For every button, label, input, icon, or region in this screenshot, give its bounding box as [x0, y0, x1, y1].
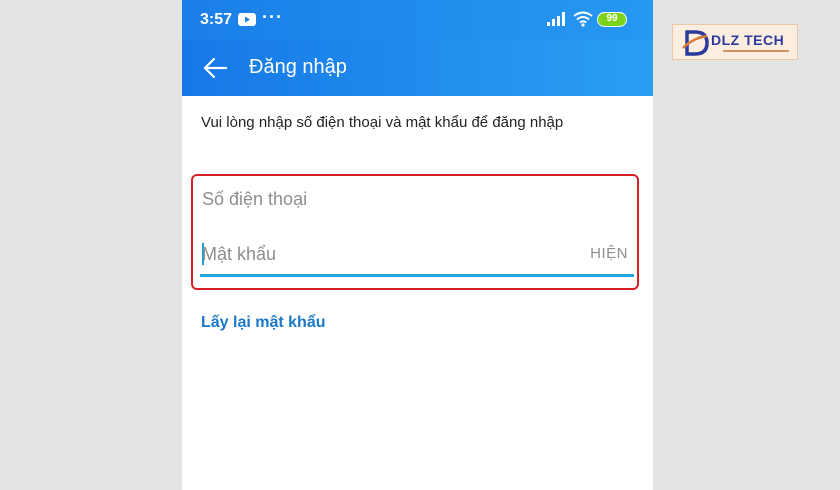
watermark-tagline [723, 50, 789, 52]
password-row: HIỆN [200, 236, 634, 278]
dlz-logo-icon [681, 28, 711, 63]
battery-level: 99 [606, 13, 618, 24]
password-underline [200, 274, 634, 277]
phone-screen: 3:57 ··· 99 Đăng nhập Vui lòng nhập số đ… [182, 0, 653, 490]
battery-icon: 99 [597, 12, 627, 27]
status-time: 3:57 [200, 11, 233, 28]
watermark-logo: DLZ TECH [672, 24, 798, 60]
phone-number-input[interactable] [202, 184, 634, 214]
youtube-icon [238, 13, 256, 26]
back-arrow-icon[interactable] [202, 56, 228, 85]
signal-icon [547, 12, 567, 31]
show-password-button[interactable]: HIỆN [590, 245, 628, 262]
password-input[interactable] [202, 240, 572, 268]
status-bar: 3:57 ··· 99 [182, 0, 653, 40]
watermark-text: DLZ TECH [711, 32, 785, 48]
app-bar: Đăng nhập [182, 40, 653, 96]
forgot-password-link[interactable]: Lấy lại mật khẩu [201, 314, 326, 332]
login-instruction: Vui lòng nhập số điện thoại và mật khẩu … [201, 114, 564, 131]
wifi-icon [573, 11, 593, 32]
page-title: Đăng nhập [249, 56, 347, 78]
more-icon: ··· [262, 7, 283, 27]
